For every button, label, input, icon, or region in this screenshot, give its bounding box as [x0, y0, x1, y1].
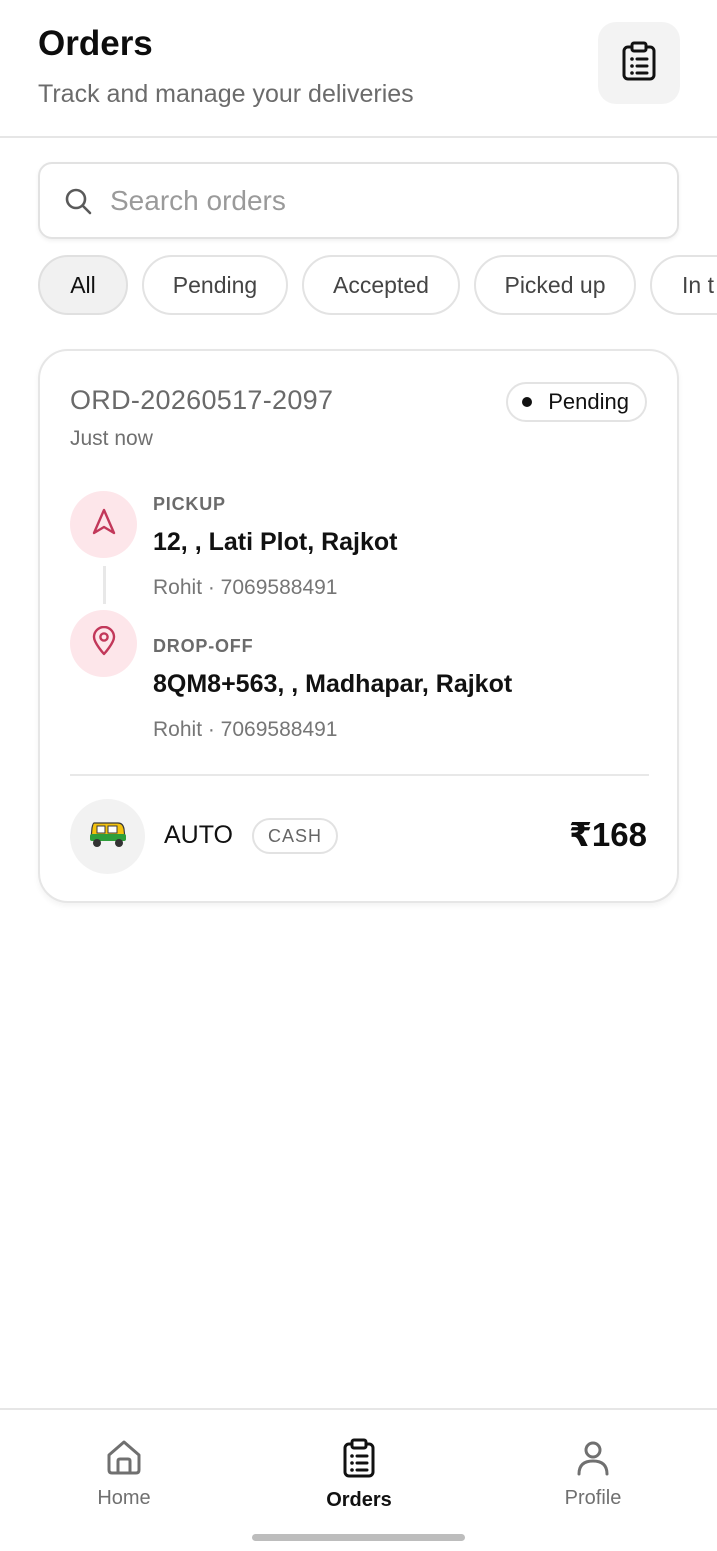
order-price: ₹168 — [568, 816, 647, 853]
home-icon — [105, 1438, 143, 1481]
filter-chip-pending[interactable]: Pending — [142, 255, 288, 315]
auto-rickshaw-icon — [88, 819, 128, 854]
nav-item-orders[interactable]: Orders — [289, 1438, 429, 1512]
nav-item-profile[interactable]: Profile — [523, 1438, 663, 1510]
search-icon — [64, 186, 94, 216]
dropoff-label: DROP-OFF — [153, 636, 254, 656]
pickup-address: 12, , Lati Plot, Rajkot — [153, 528, 398, 556]
navigation-arrow-icon — [91, 508, 117, 541]
nav-label-profile: Profile — [564, 1487, 622, 1509]
vehicle-avatar — [70, 799, 145, 874]
payment-method-badge: CASH — [252, 818, 339, 854]
home-indicator — [252, 1534, 465, 1541]
pickup-marker — [70, 491, 137, 558]
order-id: ORD-20260517-2097 — [70, 385, 334, 415]
route-connector — [103, 566, 106, 604]
header: Orders Track and manage your deliveries — [0, 0, 717, 138]
clipboard-list-icon — [340, 1438, 378, 1483]
nav-item-home[interactable]: Home — [54, 1438, 194, 1510]
map-pin-icon — [91, 625, 117, 661]
filter-chip-accepted[interactable]: Accepted — [302, 255, 460, 315]
dropoff-contact: Rohit · 7069588491 — [153, 718, 338, 741]
nav-label-orders: Orders — [326, 1489, 392, 1511]
dropoff-address: 8QM8+563, , Madhapar, Rajkot — [153, 670, 513, 698]
dropoff-marker — [70, 610, 137, 677]
search-bar[interactable] — [38, 162, 679, 239]
order-time: Just now — [70, 427, 153, 450]
filter-chip-in-transit[interactable]: In t — [650, 255, 717, 315]
clipboard-list-icon — [620, 41, 658, 86]
bottom-navigation: Home Orders Profile — [0, 1408, 717, 1551]
page-title: Orders — [38, 24, 153, 63]
filter-chip-all[interactable]: All — [38, 255, 128, 315]
pickup-contact: Rohit · 7069588491 — [153, 576, 338, 599]
filter-chip-picked-up[interactable]: Picked up — [474, 255, 636, 315]
orders-summary-button[interactable] — [598, 22, 680, 104]
vehicle-type: AUTO — [164, 821, 233, 849]
status-dot-icon — [522, 397, 533, 407]
status-label: Pending — [548, 389, 629, 414]
status-filter-chips: All Pending Accepted Picked up In t — [38, 255, 717, 319]
search-input[interactable] — [108, 183, 632, 218]
order-card[interactable]: ORD-20260517-2097 Just now Pending PICKU… — [38, 349, 679, 903]
pickup-label: PICKUP — [153, 494, 226, 514]
status-badge: Pending — [506, 382, 647, 422]
card-divider — [70, 774, 649, 776]
page-subtitle: Track and manage your deliveries — [38, 80, 414, 108]
nav-label-home: Home — [97, 1487, 151, 1509]
user-icon — [574, 1438, 612, 1481]
